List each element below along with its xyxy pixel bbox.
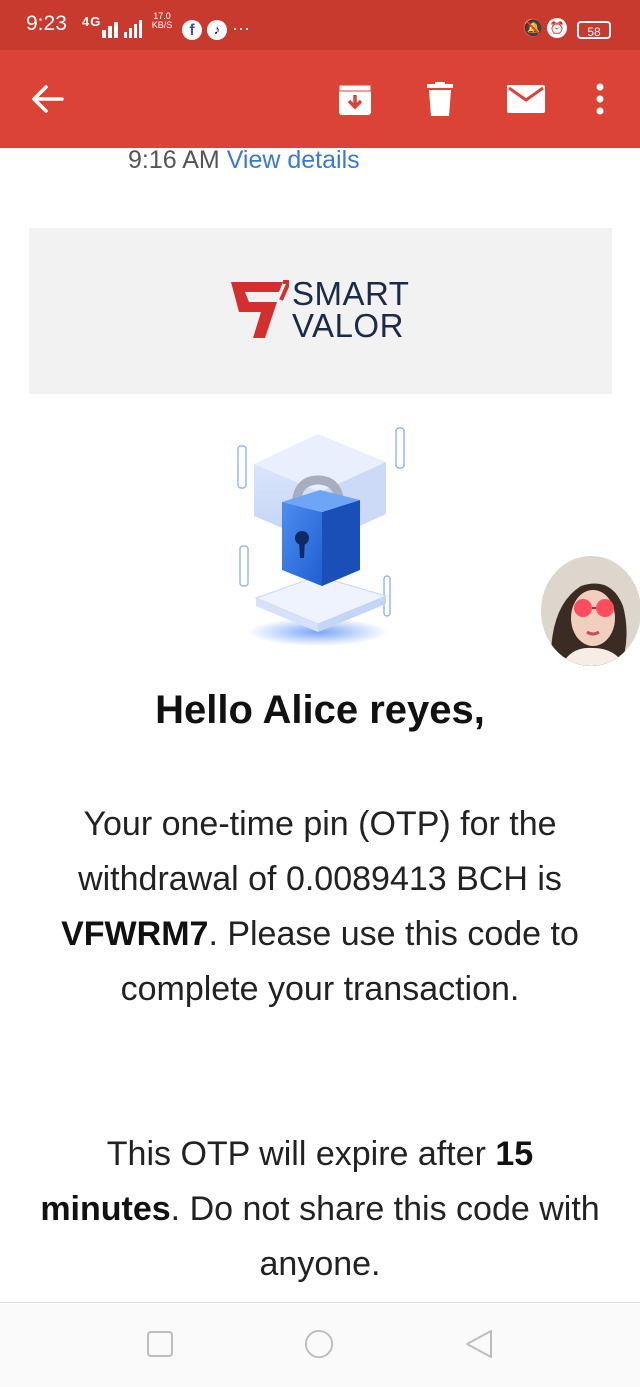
arrow-left-icon	[32, 85, 64, 113]
network-speed: 17.0 KB/S	[148, 12, 176, 30]
mute-icon: 🔕	[522, 18, 545, 38]
email-meta: 9:16 AM View details	[128, 146, 360, 175]
otp-code: VFWRM7	[61, 915, 209, 953]
email-time: 9:16 AM	[128, 146, 220, 174]
facebook-icon: f	[182, 20, 202, 40]
square-icon	[147, 1331, 173, 1357]
more-vert-icon	[596, 83, 604, 115]
brand-banner: SMART VALOR	[29, 228, 612, 394]
archive-button[interactable]	[333, 77, 377, 121]
delete-button[interactable]	[418, 77, 462, 121]
circle-icon	[304, 1329, 334, 1359]
signal-icon	[102, 20, 142, 38]
status-bar: 9:23 4G 17.0 KB/S f ♪ ··· 🔕 ⏰ 58	[0, 0, 640, 50]
expiry-text-end: . Do not share this code with anyone.	[170, 1190, 600, 1283]
smart-valor-logo-icon	[231, 280, 289, 338]
back-nav-button[interactable]	[464, 1329, 494, 1359]
network-speed-unit: KB/S	[151, 20, 173, 30]
system-nav-bar	[0, 1302, 640, 1387]
email-toolbar	[0, 50, 640, 148]
more-options-button[interactable]	[578, 77, 622, 121]
expiry-text-start: This OTP will expire after	[106, 1135, 496, 1173]
mark-unread-button[interactable]	[504, 77, 548, 121]
network-indicator: 4G	[82, 14, 102, 29]
otp-paragraph: Your one-time pin (OTP) for the withdraw…	[40, 797, 600, 1017]
greeting-heading: Hello Alice reyes,	[155, 688, 485, 732]
triangle-back-icon	[466, 1330, 492, 1358]
brand-name: SMART VALOR	[292, 275, 410, 344]
status-time: 9:23	[26, 12, 67, 35]
expiry-paragraph: This OTP will expire after 15 minutes. D…	[40, 1127, 600, 1292]
tiktok-icon: ♪	[207, 20, 227, 40]
otp-text-start: Your one-time pin (OTP) for the withdraw…	[78, 805, 562, 898]
brand-line2: VALOR	[292, 307, 404, 344]
home-button[interactable]	[304, 1329, 334, 1359]
view-details-link[interactable]: View details	[227, 146, 360, 174]
archive-icon	[338, 84, 372, 115]
recents-button[interactable]	[145, 1329, 175, 1359]
mail-icon	[507, 85, 545, 113]
battery-indicator: 58	[577, 21, 611, 39]
more-notifications: ···	[232, 18, 250, 38]
alarm-icon: ⏰	[547, 18, 567, 38]
padlock-illustration	[237, 427, 405, 646]
avatar-photo-icon	[541, 556, 640, 666]
back-button[interactable]	[26, 77, 70, 121]
floating-avatar[interactable]	[541, 556, 640, 666]
trash-icon	[427, 82, 453, 116]
brand-line1: SMART	[292, 275, 410, 312]
